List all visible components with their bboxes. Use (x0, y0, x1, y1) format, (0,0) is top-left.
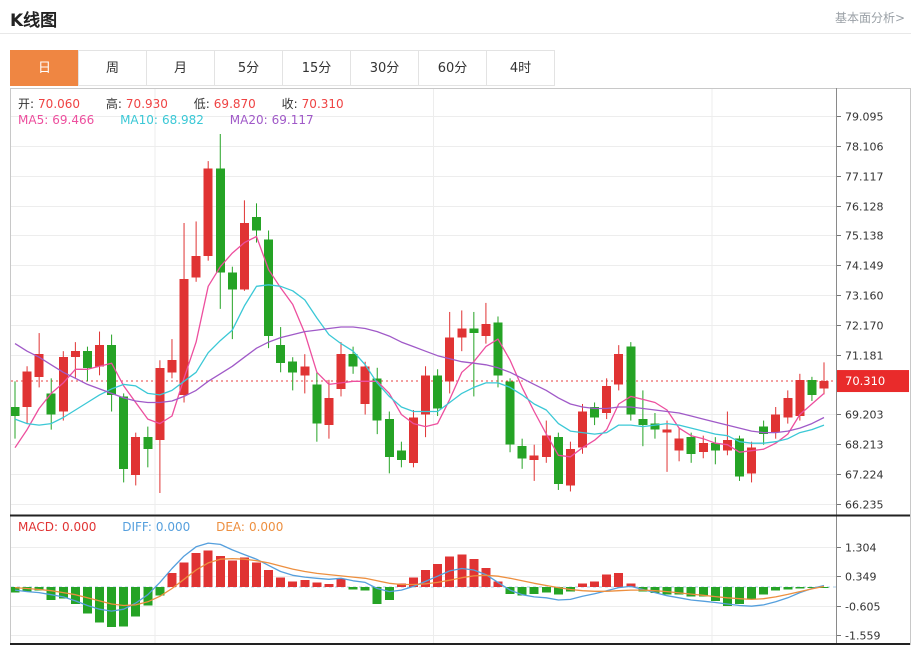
svg-text:66.235: 66.235 (845, 499, 884, 512)
low-label: 低: (194, 97, 210, 111)
macd-value: 0.000 (62, 520, 96, 534)
ma20-label: MA20: (230, 113, 268, 127)
close-label: 收: (282, 97, 298, 111)
current-price-tag: 70.310 (837, 370, 909, 392)
svg-text:72.170: 72.170 (845, 320, 884, 333)
diff-value: 0.000 (156, 520, 190, 534)
svg-text:67.224: 67.224 (845, 469, 884, 482)
open-value: 70.060 (38, 97, 80, 111)
close-value: 70.310 (302, 97, 344, 111)
low-value: 69.870 (214, 97, 256, 111)
ohlc-readout: 开: 70.060 高: 70.930 低: 69.870 收: 70.310 (18, 95, 348, 112)
diff-label: DIFF: (122, 520, 152, 534)
dea-label: DEA: (216, 520, 245, 534)
svg-text:77.117: 77.117 (845, 171, 884, 184)
open-label: 开: (18, 97, 34, 111)
ma10-value: 68.982 (162, 113, 204, 127)
svg-text:-0.605: -0.605 (845, 601, 880, 614)
svg-text:71.181: 71.181 (845, 350, 884, 363)
ma5-label: MA5: (18, 113, 48, 127)
svg-text:68.213: 68.213 (845, 439, 884, 452)
svg-text:78.106: 78.106 (845, 141, 884, 154)
svg-text:1.304: 1.304 (845, 542, 877, 555)
svg-text:75.138: 75.138 (845, 230, 884, 243)
svg-text:74.149: 74.149 (845, 260, 884, 273)
svg-text:70.310: 70.310 (845, 374, 885, 388)
ma5-value: 69.466 (52, 113, 94, 127)
high-value: 70.930 (126, 97, 168, 111)
svg-text:79.095: 79.095 (845, 111, 884, 124)
svg-text:0.349: 0.349 (845, 571, 877, 584)
macd-label: MACD: (18, 520, 58, 534)
svg-text:76.128: 76.128 (845, 201, 884, 214)
ma10-label: MA10: (120, 113, 158, 127)
svg-text:73.160: 73.160 (845, 290, 884, 303)
svg-text:69.203: 69.203 (845, 409, 884, 422)
ma-readout: MA5: 69.466 MA10: 68.982 MA20: 69.117 (18, 113, 318, 127)
high-label: 高: (106, 97, 122, 111)
kline-page: K线图 基本面分析> 日周月5分15分30分60分4时 79.09578.106… (0, 0, 911, 647)
svg-text:-1.559: -1.559 (845, 630, 880, 643)
macd-readout: MACD: 0.000 DIFF: 0.000 DEA: 0.000 (18, 520, 287, 534)
ma20-value: 69.117 (272, 113, 314, 127)
dea-value: 0.000 (249, 520, 283, 534)
